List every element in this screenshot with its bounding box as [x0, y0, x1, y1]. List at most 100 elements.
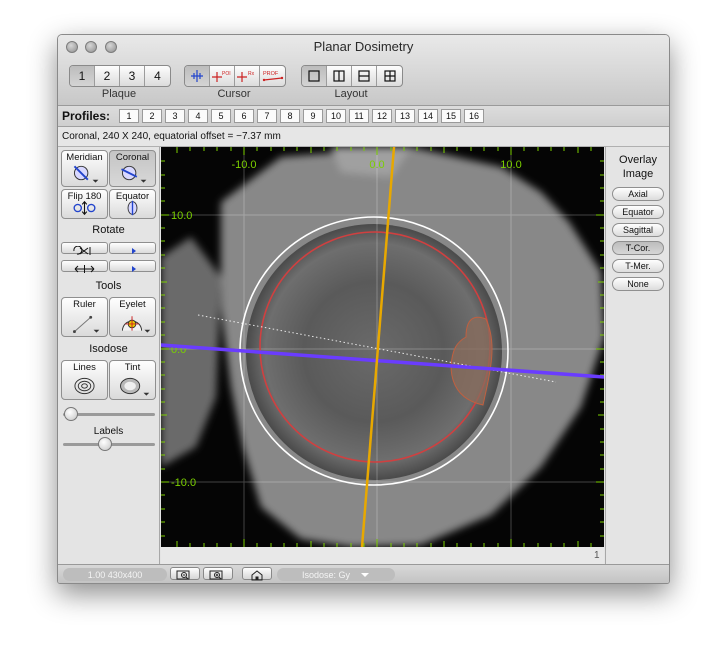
x-tick-label-10: 10.0 [500, 159, 521, 171]
eyelet-label: Eyelet [119, 299, 146, 310]
layout-four-grid-button[interactable] [377, 66, 402, 86]
profile-13-button[interactable]: 13 [395, 109, 415, 123]
profile-14-button[interactable]: 14 [418, 109, 438, 123]
coronal-eye-icon [121, 165, 147, 183]
cursor-rx-button[interactable]: Rx [235, 66, 260, 86]
eyelet-icon [121, 316, 151, 333]
home-view-button[interactable] [242, 567, 272, 581]
two-column-icon [333, 70, 345, 82]
isodose-units-label: Isodose: Gy [301, 569, 351, 580]
rotate-ccw-icon [73, 245, 91, 255]
planar-image-view[interactable]: -10.0 0.0 10.0 10.0 0.0 -10.0 [161, 147, 604, 547]
labels-header: Labels [93, 426, 124, 437]
y-tick-label-neg10: -10.0 [171, 477, 196, 489]
profiles-bar: Profiles: 1 2 3 4 5 6 7 8 9 10 11 12 13 … [58, 106, 669, 127]
cursor-profile-button[interactable]: PROF [260, 66, 285, 86]
info-bar: Coronal, 240 X 240, equatorial offset = … [58, 127, 669, 147]
overlay-title-line1: Overlay [619, 154, 657, 166]
overlay-equator-button[interactable]: Equator [612, 205, 664, 219]
two-row-icon [358, 70, 370, 82]
planar-dosimetry-window: Planar Dosimetry 1 2 3 4 Plaque POI Rx P… [57, 34, 670, 584]
eyelet-tool-button[interactable]: Eyelet [109, 297, 156, 337]
profile-11-button[interactable]: 11 [349, 109, 369, 123]
profile-1-button[interactable]: 1 [119, 109, 139, 123]
plaque-4-button[interactable]: 4 [145, 66, 170, 86]
flip-horizontal-button[interactable] [61, 260, 108, 273]
chevron-down-icon [361, 572, 370, 577]
profile-16-button[interactable]: 16 [464, 109, 484, 123]
ruler-icon [73, 315, 100, 334]
cursor-poi-button[interactable]: POI [210, 66, 235, 86]
isodose-slider-knob[interactable] [64, 407, 78, 421]
arrow-right-icon [132, 248, 136, 254]
ruler-tool-button[interactable]: Ruler [61, 297, 108, 337]
layout-two-column-button[interactable] [327, 66, 352, 86]
profile-9-button[interactable]: 9 [303, 109, 323, 123]
profile-2-button[interactable]: 2 [142, 109, 162, 123]
profile-15-button[interactable]: 15 [441, 109, 461, 123]
labels-slider-knob[interactable] [98, 437, 112, 451]
isodose-lines-button[interactable]: Lines [61, 360, 108, 400]
overlay-none-button[interactable]: None [612, 277, 664, 291]
rotate-counterclockwise-button[interactable] [61, 242, 108, 255]
overlay-sagittal-button[interactable]: Sagittal [612, 223, 664, 237]
plaque-label: Plaque [101, 88, 137, 100]
layout-two-row-button[interactable] [352, 66, 377, 86]
layout-selector [301, 65, 403, 87]
overlay-title-line2: Image [622, 168, 654, 180]
layout-label: Layout [334, 88, 368, 100]
zoom-in-icon [209, 570, 223, 580]
plaque-1-button[interactable]: 1 [70, 66, 95, 86]
rotate-right-2-button[interactable] [109, 260, 156, 272]
zoom-out-icon [176, 570, 190, 580]
cursor-selector: POI Rx PROF [184, 65, 286, 87]
plaque-selector: 1 2 3 4 [69, 65, 171, 87]
toolbar: Planar Dosimetry 1 2 3 4 Plaque POI Rx P… [58, 35, 669, 106]
home-icon [251, 570, 263, 581]
profile-10-button[interactable]: 10 [326, 109, 346, 123]
equator-view-button[interactable]: Equator [109, 189, 156, 219]
profile-12-button[interactable]: 12 [372, 109, 392, 123]
isodose-units-popup[interactable]: Isodose: Gy [277, 568, 395, 581]
poi-cursor-icon: POI [212, 71, 231, 82]
four-grid-icon [383, 70, 396, 82]
zoom-out-button[interactable] [170, 567, 200, 580]
profiles-label: Profiles: [62, 109, 111, 123]
rotate-header: Rotate [92, 224, 125, 236]
zoom-readout: 1.00 430x400 [63, 568, 167, 581]
ruler-label: Ruler [73, 299, 96, 310]
cursor-crosshair-button[interactable] [185, 66, 210, 86]
view-info-text: Coronal, 240 X 240, equatorial offset = … [62, 131, 281, 142]
tint-label: Tint [124, 362, 141, 373]
svg-text:POI: POI [222, 71, 231, 77]
status-bar: 1.00 430x400 Isodose: Gy [58, 564, 669, 583]
flip-horizontal-icon [74, 265, 95, 273]
dosimetry-canvas[interactable]: -10.0 0.0 10.0 10.0 0.0 -10.0 [161, 147, 604, 547]
x-tick-label-0: 0.0 [369, 159, 384, 171]
profile-6-button[interactable]: 6 [234, 109, 254, 123]
contour-lines-icon [74, 377, 95, 395]
overlay-t-mer-button[interactable]: T-Mer. [612, 259, 664, 273]
flip-180-button[interactable]: Flip 180 [61, 189, 108, 219]
tint-icon [120, 377, 150, 396]
profile-8-button[interactable]: 8 [280, 109, 300, 123]
isodose-tint-button[interactable]: Tint [109, 360, 156, 400]
profile-3-button[interactable]: 3 [165, 109, 185, 123]
coronal-view-button[interactable]: Coronal [109, 150, 156, 187]
zoom-in-button[interactable] [203, 567, 233, 580]
plaque-3-button[interactable]: 3 [120, 66, 145, 86]
layout-single-button[interactable] [302, 66, 327, 86]
rotate-right-button[interactable] [109, 242, 156, 254]
svg-text:Rx: Rx [248, 71, 255, 77]
plaque-2-button[interactable]: 2 [95, 66, 120, 86]
crosshair-icon [191, 70, 203, 82]
meridian-view-button[interactable]: Meridian [61, 150, 108, 187]
profile-7-button[interactable]: 7 [257, 109, 277, 123]
y-tick-label-10: 10.0 [171, 210, 192, 222]
left-tool-panel: Meridian Coronal Flip 180 Equator Rotate [58, 147, 160, 564]
profile-5-button[interactable]: 5 [211, 109, 231, 123]
tools-header: Tools [95, 280, 122, 292]
overlay-t-cor-button[interactable]: T-Cor. [612, 241, 664, 255]
profile-4-button[interactable]: 4 [188, 109, 208, 123]
overlay-axial-button[interactable]: Axial [612, 187, 664, 201]
